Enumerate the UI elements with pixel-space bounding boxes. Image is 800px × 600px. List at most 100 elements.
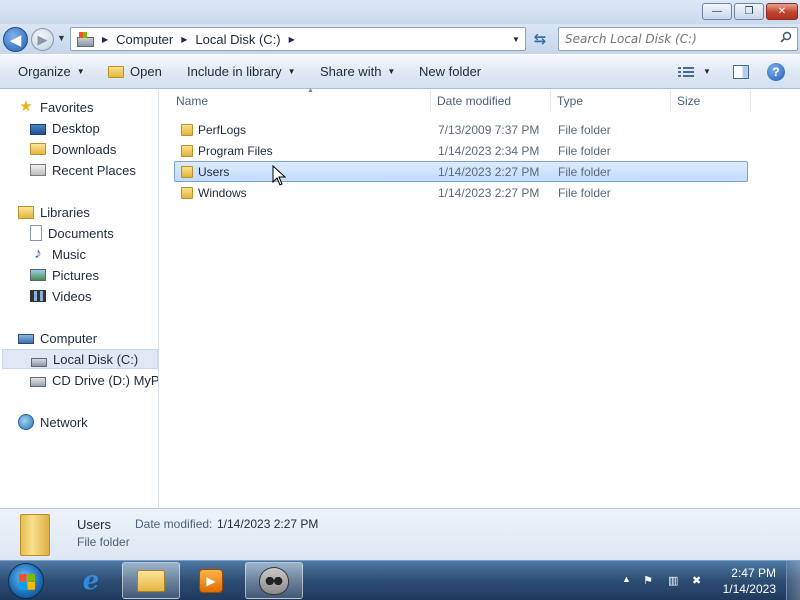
details-pane: Users File folder Date modified: 1/14/20…	[0, 508, 800, 560]
view-options-dropdown[interactable]: ▼	[703, 67, 711, 76]
taskbar-media-player[interactable]: ▶	[182, 562, 240, 599]
change-view-icon[interactable]	[677, 66, 695, 78]
share-label: Share with	[320, 64, 382, 79]
downloads-folder-icon	[30, 143, 46, 155]
search-input[interactable]	[558, 27, 798, 51]
drive-icon	[76, 31, 94, 47]
file-name: PerfLogs	[198, 122, 247, 137]
search-icon[interactable]	[780, 31, 792, 43]
chevron-right-icon[interactable]: ▶	[289, 35, 295, 44]
nav-network[interactable]: Network	[18, 412, 88, 432]
maximize-button[interactable]: ❐	[734, 3, 764, 20]
address-history-dropdown[interactable]: ▼	[509, 28, 523, 50]
volume-muted-icon[interactable]: ✖	[692, 574, 701, 587]
new-folder-label: New folder	[419, 64, 482, 79]
start-button[interactable]	[8, 563, 44, 599]
details-date-label: Date modified:	[135, 517, 213, 531]
nav-item-cd-drive[interactable]: CD Drive (D:) MyPal	[30, 370, 159, 390]
chevron-right-icon[interactable]: ▶	[102, 35, 108, 44]
preview-pane-button[interactable]	[733, 65, 749, 79]
nav-computer[interactable]: Computer	[18, 328, 97, 348]
chevron-down-icon: ▼	[76, 67, 85, 76]
nav-item-music[interactable]: ♪ Music	[30, 244, 86, 264]
nav-libraries[interactable]: Libraries	[18, 202, 90, 222]
media-player-icon: ▶	[199, 568, 223, 593]
chevron-right-icon[interactable]: ▶	[181, 35, 187, 44]
file-type: File folder	[558, 185, 611, 200]
chevron-down-icon: ▼	[287, 67, 296, 76]
column-header-label: Size	[677, 94, 701, 108]
nav-item-label: CD Drive (D:) MyPal	[52, 372, 159, 388]
taskbar-raccoon-app[interactable]	[245, 562, 303, 599]
taskbar-internet-explorer[interactable]: e	[62, 562, 120, 599]
nav-item-videos[interactable]: Videos	[30, 286, 92, 306]
open-button[interactable]: Open	[108, 64, 162, 79]
nav-item-label: Pictures	[52, 267, 99, 283]
file-name: Program Files	[198, 143, 273, 158]
column-header-label: Name	[176, 94, 209, 108]
file-name: Windows	[198, 185, 247, 200]
share-with-menu[interactable]: Share with ▼	[320, 64, 395, 79]
file-row[interactable]: Windows 1/14/2023 2:27 PM File folder	[174, 182, 748, 203]
nav-item-recent-places[interactable]: Recent Places	[30, 160, 136, 180]
nav-item-documents[interactable]: Documents	[30, 223, 114, 243]
file-row[interactable]: Program Files 1/14/2023 2:34 PM File fol…	[174, 140, 748, 161]
nav-item-label: Desktop	[52, 120, 100, 136]
nav-item-desktop[interactable]: Desktop	[30, 118, 100, 138]
nav-item-label: Music	[52, 246, 86, 262]
back-arrow-icon: ◀	[9, 31, 22, 49]
nav-item-downloads[interactable]: Downloads	[30, 139, 116, 159]
file-row[interactable]: PerfLogs 7/13/2009 7:37 PM File folder	[174, 119, 748, 140]
show-hidden-icons-button[interactable]: ▲	[622, 574, 631, 584]
navigation-pane[interactable]: ★ Favorites Desktop Downloads Recent Pla…	[0, 90, 159, 508]
nav-network-label: Network	[40, 414, 88, 430]
cd-drive-icon	[30, 377, 46, 387]
network-tray-icon[interactable]: ▥	[668, 574, 678, 587]
action-center-flag-icon[interactable]: ⚑	[643, 574, 653, 587]
new-folder-button[interactable]: New folder	[419, 64, 481, 79]
breadcrumb-local-disk[interactable]: Local Disk (C:)	[195, 32, 280, 47]
show-desktop-button[interactable]	[786, 561, 800, 600]
file-name: Users	[198, 164, 230, 179]
column-header-size[interactable]: Size	[671, 90, 751, 112]
folder-icon	[181, 144, 193, 157]
folder-open-icon	[108, 65, 124, 78]
breadcrumb-computer[interactable]: Computer	[116, 32, 173, 47]
file-list[interactable]: Name ▲ Date modified Type Size PerfLogs …	[160, 87, 800, 508]
minimize-button[interactable]: —	[702, 3, 732, 20]
nav-libraries-label: Libraries	[40, 204, 90, 220]
pictures-icon	[30, 269, 46, 281]
nav-item-pictures[interactable]: Pictures	[30, 265, 99, 285]
address-bar[interactable]: ▶ Computer ▶ Local Disk (C:) ▶ ▼	[70, 27, 526, 51]
taskbar: e ▶	[0, 560, 800, 600]
refresh-button[interactable]: ⇆	[528, 27, 552, 51]
file-type: File folder	[558, 143, 611, 158]
include-in-library-menu[interactable]: Include in library ▼	[187, 64, 296, 79]
help-button[interactable]: ?	[767, 63, 785, 81]
column-header-name[interactable]: Name ▲	[170, 87, 431, 112]
libraries-icon	[18, 205, 34, 219]
close-button[interactable]: ✕	[766, 3, 798, 20]
column-header-date-modified[interactable]: Date modified	[431, 90, 551, 112]
taskbar-windows-explorer[interactable]	[122, 562, 180, 599]
nav-item-local-disk[interactable]: Local Disk (C:)	[2, 349, 158, 369]
file-date: 1/14/2023 2:34 PM	[438, 143, 540, 158]
column-header-label: Date modified	[437, 94, 512, 108]
organize-menu[interactable]: Organize ▼	[18, 64, 85, 79]
details-item-type: File folder	[77, 535, 130, 549]
nav-item-label: Documents	[48, 225, 114, 241]
clock-date[interactable]: 1/14/2023	[712, 582, 776, 596]
nav-favorites[interactable]: ★ Favorites	[18, 97, 93, 117]
file-type: File folder	[558, 122, 611, 137]
videos-icon	[30, 290, 46, 302]
forward-button[interactable]: ▶	[31, 28, 54, 51]
back-button[interactable]: ◀	[3, 27, 28, 52]
column-header-type[interactable]: Type	[551, 90, 671, 112]
clock-time[interactable]: 2:47 PM	[722, 566, 776, 580]
music-note-icon: ♪	[34, 245, 42, 262]
file-date: 1/14/2023 2:27 PM	[438, 185, 540, 200]
open-label: Open	[130, 64, 162, 79]
hard-drive-icon	[31, 357, 47, 367]
file-row-selected[interactable]: Users 1/14/2023 2:27 PM File folder	[174, 161, 748, 182]
recent-pages-dropdown[interactable]: ▼	[57, 33, 66, 43]
